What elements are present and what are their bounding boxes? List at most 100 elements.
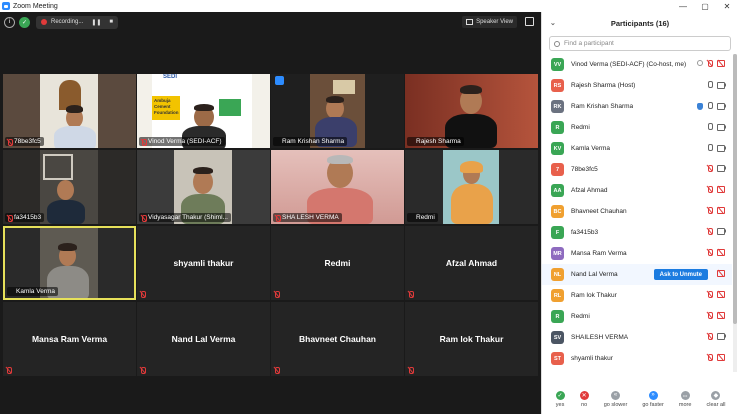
feedback-label: yes xyxy=(555,401,565,408)
video-tile[interactable]: Bhavneet Chauhan xyxy=(271,302,404,376)
participant-row[interactable]: 7 78be3fc5 xyxy=(542,159,732,180)
video-tile[interactable]: 78be3fc5 xyxy=(3,74,136,148)
avatar: R xyxy=(551,121,564,134)
participant-row[interactable]: F fa3415b3 xyxy=(542,222,732,243)
participant-row[interactable]: VV Vinod Verma (SEDI-ACF) (Co-host, me) xyxy=(542,54,732,75)
video-icon xyxy=(717,124,726,131)
tile-name-label: Vidyasagar Thakur (Shiml... xyxy=(139,213,231,222)
muted-mic-icon[interactable] xyxy=(707,312,713,319)
shield-icon[interactable]: ✓ xyxy=(19,16,30,28)
stop-recording-button[interactable]: ■ xyxy=(109,19,113,25)
tile-center-name: Redmi xyxy=(324,258,351,268)
muted-mic-icon xyxy=(7,215,13,222)
pin-icon[interactable] xyxy=(275,76,284,85)
maximize-button[interactable]: ▢ xyxy=(694,0,716,12)
info-icon[interactable]: i xyxy=(4,16,15,28)
participant-row[interactable]: RK Ram Krishan Sharma xyxy=(542,96,732,117)
participant-row[interactable]: ST shyamli thakur xyxy=(542,348,732,369)
speaker-view-label: Speaker View xyxy=(476,19,513,25)
scrollbar-thumb[interactable] xyxy=(733,54,737,324)
feedback-more-button[interactable]: ••• more xyxy=(678,390,692,408)
participant-row[interactable]: AA Afzal Ahmad xyxy=(542,180,732,201)
video-icon xyxy=(717,165,726,172)
feedback-yes-button[interactable]: ✓ yes xyxy=(555,390,565,408)
avatar: SV xyxy=(551,331,564,344)
participant-name: Rajesh Sharma (Host) xyxy=(571,82,636,89)
muted-mic-icon[interactable] xyxy=(707,186,713,193)
participant-row[interactable]: MR Mansa Ram Verma xyxy=(542,243,732,264)
participant-search-input[interactable]: Find a participant xyxy=(549,36,731,51)
feedback-label: no xyxy=(581,401,588,408)
avatar: F xyxy=(551,226,564,239)
video-tile[interactable]: Redmi xyxy=(271,226,404,300)
video-tile-active-speaker[interactable]: Kamla Verma xyxy=(3,226,136,300)
more-icon: ••• xyxy=(680,390,690,400)
video-icon xyxy=(717,145,726,152)
participant-name: Mansa Ram Verma xyxy=(571,250,627,257)
participant-name: 78be3fc5 xyxy=(571,166,598,173)
feedback-label: more xyxy=(678,401,692,408)
video-tile[interactable]: shyamli thakur xyxy=(137,226,270,300)
video-tile[interactable]: Afzal Ahmad xyxy=(405,226,538,300)
minimize-button[interactable]: — xyxy=(672,0,694,12)
video-tile[interactable]: Redmi xyxy=(405,150,538,224)
participant-row[interactable]: RS Rajesh Sharma (Host) xyxy=(542,75,732,96)
avatar: VV xyxy=(551,58,564,71)
avatar: 7 xyxy=(551,163,564,176)
mic-icon[interactable] xyxy=(707,81,713,89)
window-controls: — ▢ ✕ xyxy=(672,0,738,12)
muted-mic-icon[interactable] xyxy=(707,207,713,214)
recording-label: Recording... xyxy=(51,19,84,25)
mic-icon[interactable] xyxy=(707,102,713,110)
muted-mic-icon[interactable] xyxy=(707,60,713,67)
participant-row[interactable]: R Redmi xyxy=(542,117,732,138)
video-tile[interactable]: Ram Krishan Sharma xyxy=(271,74,404,148)
video-tile[interactable]: fa3415b3 xyxy=(3,150,136,224)
participant-row[interactable]: NL Nand Lal Verma Ask to Unmute xyxy=(542,264,732,285)
close-button[interactable]: ✕ xyxy=(716,0,738,12)
video-tile[interactable]: SEDI Ambuja Cement Foundation Vinod Verma … xyxy=(137,74,270,148)
feedback-label: clear all xyxy=(706,401,726,408)
feedback-clear-all-button[interactable]: ◆ clear all xyxy=(706,390,726,408)
video-off-icon xyxy=(717,312,726,319)
chevron-down-icon[interactable]: ⌄ xyxy=(550,19,556,27)
video-tile[interactable]: Mansa Ram Verma xyxy=(3,302,136,376)
avatar: RL xyxy=(551,289,564,302)
feedback-go-slower-button[interactable]: « go slower xyxy=(604,390,627,408)
video-tile[interactable]: SHA LESH VERMA xyxy=(271,150,404,224)
fullscreen-icon[interactable] xyxy=(525,17,534,26)
avatar: NL xyxy=(551,268,564,281)
video-icon xyxy=(717,103,726,110)
participant-row[interactable]: R Redmi xyxy=(542,306,732,327)
muted-mic-icon[interactable] xyxy=(707,354,713,361)
participant-list-scrollbar[interactable] xyxy=(733,54,737,372)
mic-icon[interactable] xyxy=(707,123,713,131)
ask-to-unmute-button[interactable]: Ask to Unmute xyxy=(653,269,708,280)
grid-icon xyxy=(466,19,474,25)
muted-mic-icon[interactable] xyxy=(707,333,713,340)
video-tile[interactable]: Nand Lal Verma xyxy=(137,302,270,376)
avatar: RK xyxy=(551,100,564,113)
video-tile[interactable]: Vidyasagar Thakur (Shiml... xyxy=(137,150,270,224)
participant-name: Kamla Verma xyxy=(571,145,611,152)
muted-mic-icon[interactable] xyxy=(707,228,713,235)
recording-dot-icon xyxy=(41,19,47,25)
feedback-go-faster-button[interactable]: » go faster xyxy=(642,390,664,408)
video-tile[interactable]: Rajesh Sharma xyxy=(405,74,538,148)
feedback-no-button[interactable]: ✕ no xyxy=(579,390,589,408)
muted-mic-icon[interactable] xyxy=(707,165,713,172)
raised-hand-icon xyxy=(697,102,703,110)
video-off-icon xyxy=(717,270,726,277)
muted-mic-icon[interactable] xyxy=(707,291,713,298)
muted-mic-icon[interactable] xyxy=(707,249,713,256)
participant-row[interactable]: RL Ram lok Thakur xyxy=(542,285,732,306)
participant-row[interactable]: BC Bhavneet Chauhan xyxy=(542,201,732,222)
video-icon xyxy=(717,82,726,89)
participant-row[interactable]: KV Kamla Verma xyxy=(542,138,732,159)
pause-recording-button[interactable]: ❚❚ xyxy=(91,19,101,26)
participant-row[interactable]: SV SHAILESH VERMA xyxy=(542,327,732,348)
window-frame xyxy=(43,154,73,180)
speaker-view-button[interactable]: Speaker View xyxy=(462,16,517,28)
mic-icon[interactable] xyxy=(707,144,713,152)
video-tile[interactable]: Ram lok Thakur xyxy=(405,302,538,376)
